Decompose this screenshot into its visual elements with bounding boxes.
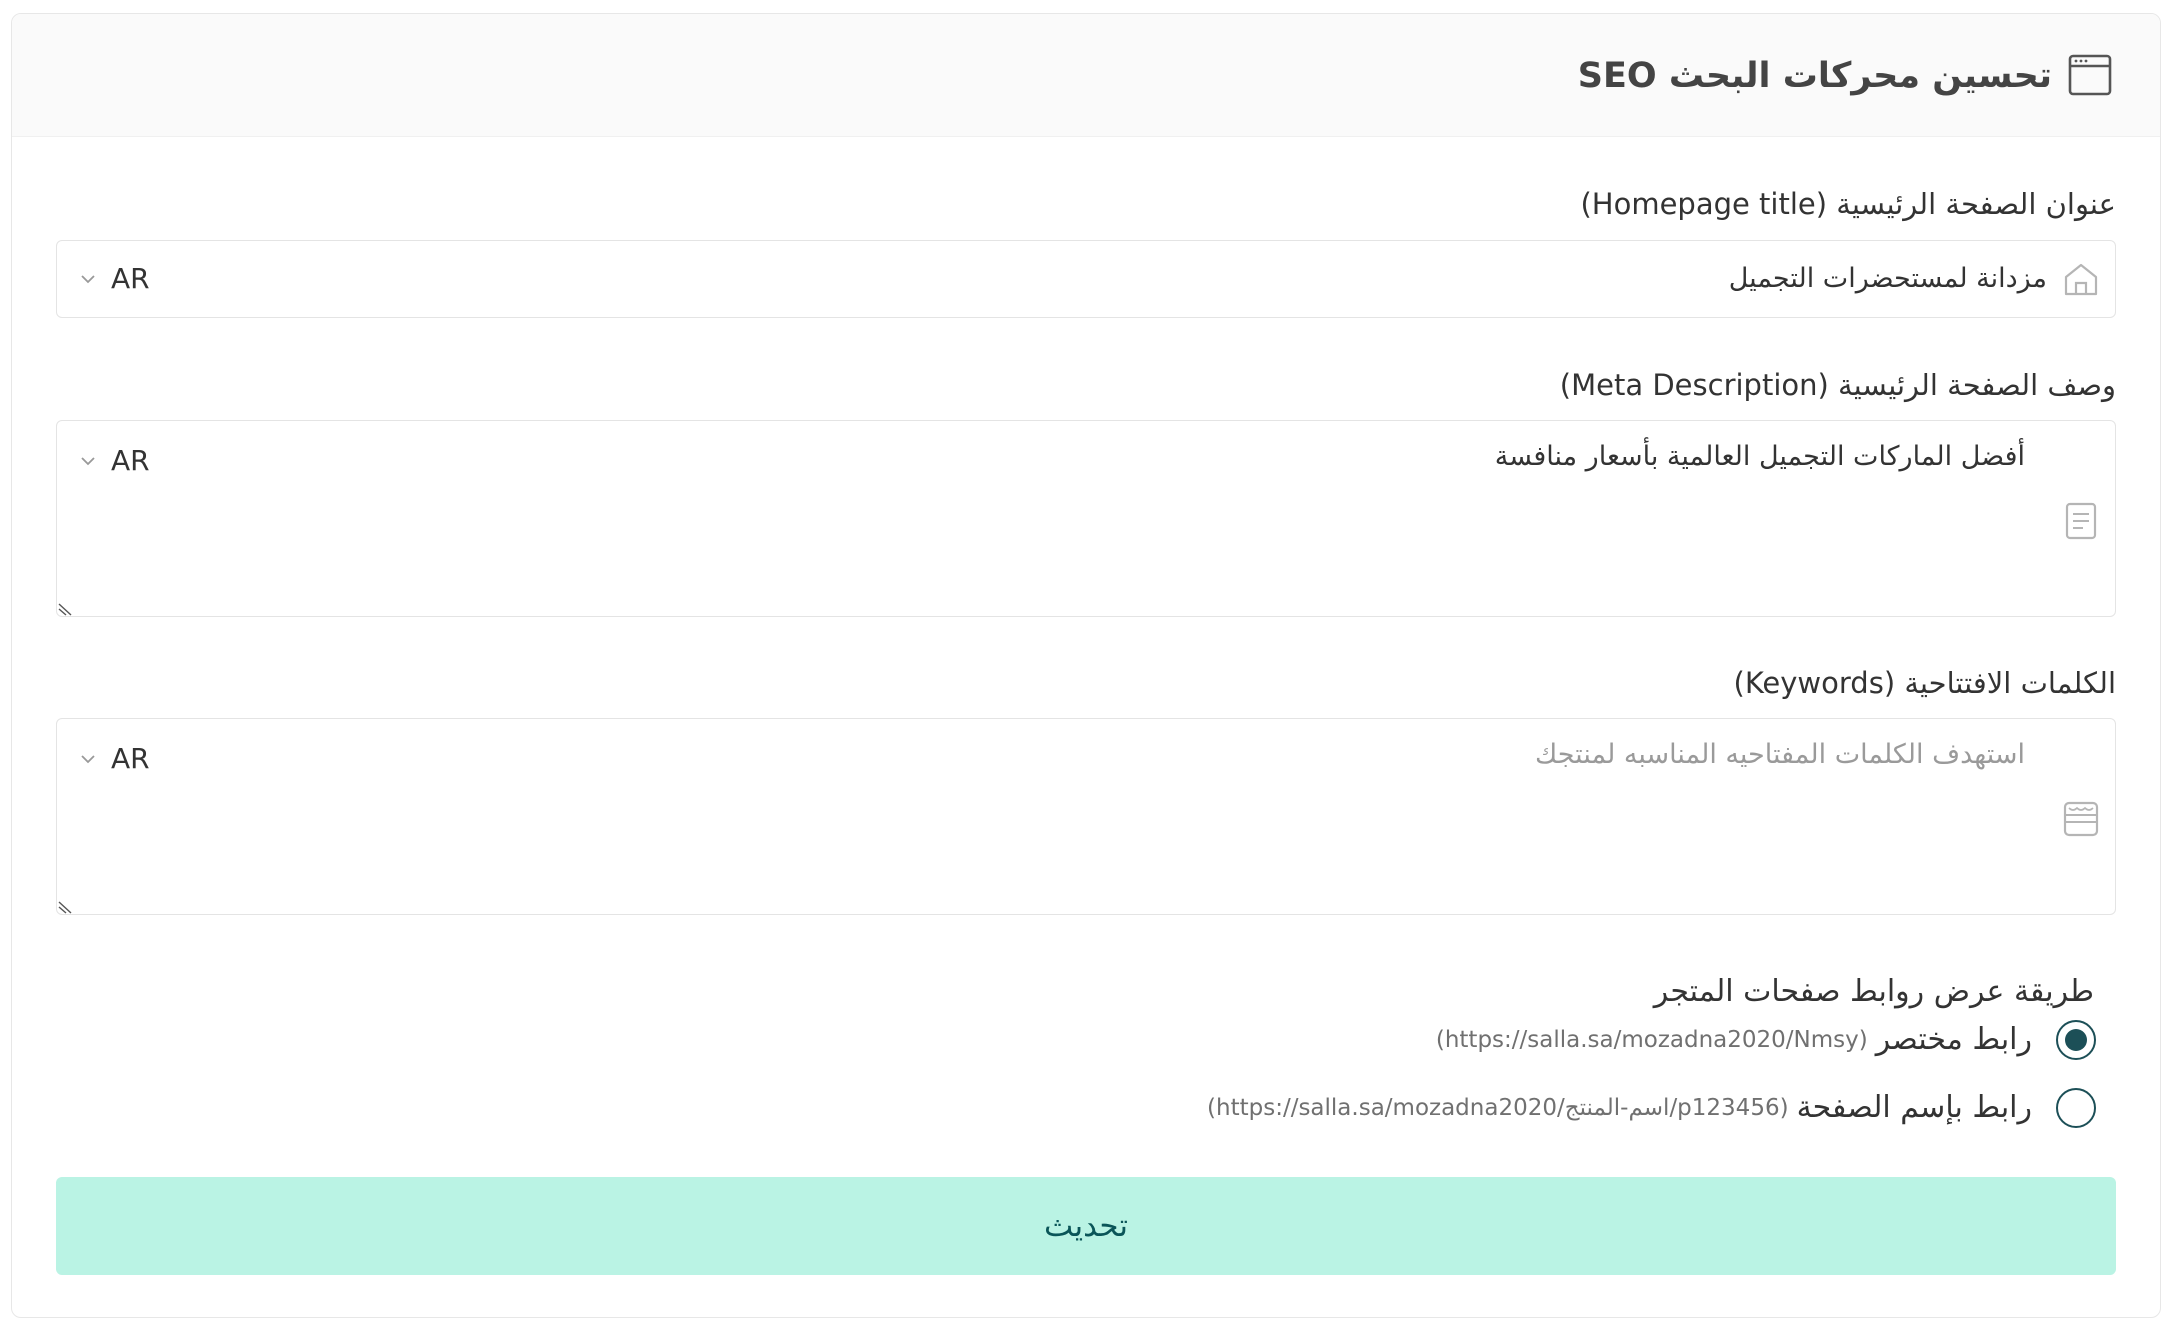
homepage-title-label: عنوان الصفحة الرئيسية (Homepage title) — [1580, 187, 2116, 221]
keywords-placeholder: استهدف الكلمات المفتاحيه المناسبه لمنتجك — [1535, 739, 2025, 770]
keywords-language-select[interactable]: AR — [79, 739, 150, 779]
radio-button-short-link[interactable] — [2056, 1020, 2096, 1060]
meta-description-language-select[interactable]: AR — [79, 441, 150, 481]
browser-window-icon — [2068, 54, 2112, 96]
meta-description-label: وصف الصفحة الرئيسية (Meta Description) — [1559, 368, 2116, 402]
homepage-title-language-select[interactable]: AR — [79, 259, 150, 299]
url-display-label: طريقة عرض روابط صفحات المتجر — [1653, 974, 2094, 1009]
radio-label-short-link: رابط مختصر — [1875, 1022, 2032, 1057]
home-icon — [2064, 263, 2098, 296]
radio-button-page-name-link[interactable] — [2056, 1088, 2096, 1128]
language-code: AR — [111, 742, 150, 775]
language-code: AR — [111, 262, 150, 295]
page-title: تحسين محركات البحث SEO — [1577, 56, 2052, 96]
keywords-textarea[interactable]: استهدف الكلمات المفتاحيه المناسبه لمنتجك… — [56, 718, 2116, 915]
keywords-label: الكلمات الافتتاحية (Keywords) — [1733, 666, 2116, 700]
radio-option-page-name-link[interactable]: رابط بإسم الصفحة (https://salla.sa/mozad… — [1207, 1085, 2096, 1131]
homepage-title-value: مزدانة لمستحضرات التجميل — [1728, 263, 2047, 294]
resize-handle-icon[interactable] — [57, 598, 75, 616]
storefront-icon — [2063, 801, 2099, 837]
meta-description-value: أفضل الماركات التجميل العالمية بأسعار من… — [1494, 441, 2025, 472]
chevron-down-icon — [81, 275, 95, 284]
resize-handle-icon[interactable] — [57, 896, 75, 914]
radio-hint-page-name-link: (https://salla.sa/mozadna2020/اسم-المنتج… — [1207, 1095, 1789, 1121]
meta-description-textarea[interactable]: أفضل الماركات التجميل العالمية بأسعار من… — [56, 420, 2116, 617]
homepage-title-input[interactable]: مزدانة لمستحضرات التجميل AR — [56, 240, 2116, 318]
chevron-down-icon — [81, 457, 95, 466]
card-header: تحسين محركات البحث SEO — [12, 14, 2160, 137]
language-code: AR — [111, 444, 150, 477]
radio-option-short-link[interactable]: رابط مختصر (https://salla.sa/mozadna2020… — [1436, 1017, 2096, 1063]
radio-hint-short-link: (https://salla.sa/mozadna2020/Nmsy) — [1435, 1027, 1868, 1053]
chevron-down-icon — [81, 755, 95, 764]
update-button[interactable]: تحديث — [56, 1177, 2116, 1275]
radio-label-page-name-link: رابط بإسم الصفحة — [1796, 1090, 2032, 1125]
seo-settings-card: تحسين محركات البحث SEO عنوان الصفحة الرئ… — [11, 13, 2161, 1318]
radio-selected-dot — [2065, 1029, 2087, 1051]
document-lines-icon — [2065, 502, 2097, 540]
